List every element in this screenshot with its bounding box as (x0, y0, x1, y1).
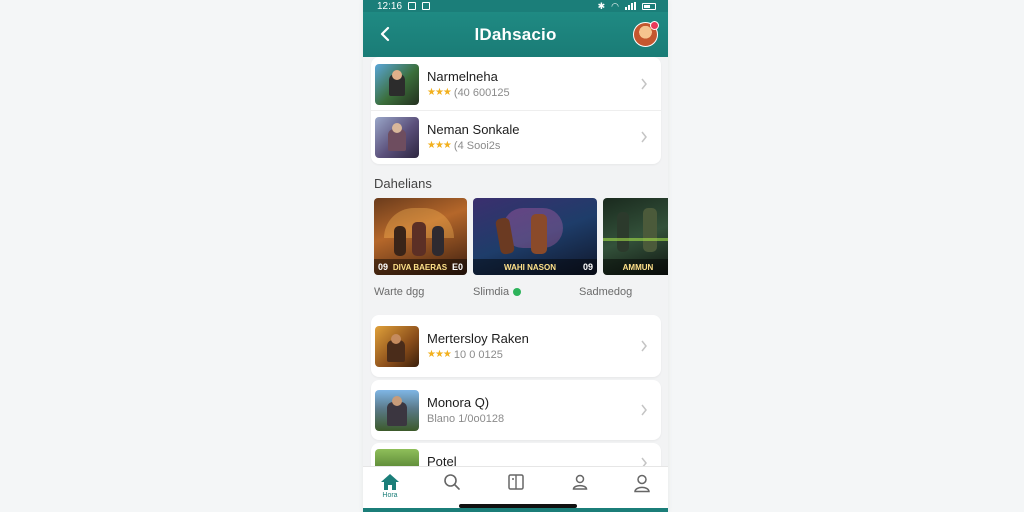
nav-home-label: Hora (382, 492, 398, 499)
top-list-card: Narmelneha ★★★ (40 600125 Neman Sonkale ★… (371, 57, 661, 164)
list-item-meta: Blano 1/0o0128 (427, 412, 505, 425)
carousel-tile[interactable]: 09 DIVA BAERAS E0 (374, 198, 467, 275)
tile-caption: WAHI NASON 09 (473, 259, 597, 275)
notification-icon (422, 2, 431, 10)
rating-stars: ★★★ (427, 139, 452, 151)
nav-search[interactable] (432, 473, 472, 491)
list-card: Mertersloy Raken ★★★ 10 0 0125 (371, 315, 661, 377)
nav-library[interactable] (496, 473, 536, 491)
rating-stars: ★★★ (427, 348, 452, 360)
tile-caption: AMMUN (603, 259, 668, 275)
list-item[interactable]: Narmelneha ★★★ (40 600125 (371, 58, 661, 110)
bottom-accent-strip (363, 508, 668, 512)
status-bar: 12:16 ✱ ◠ (363, 0, 668, 12)
tile-caption-text: DIVA BAERAS (392, 262, 448, 272)
tile-right-mark: E0 (451, 262, 463, 272)
list-item-meta: 10 0 0125 (453, 348, 503, 361)
list-item-meta: (40 600125 (453, 86, 510, 99)
list-item[interactable]: Monora Q) Blano 1/0o0128 (371, 384, 661, 436)
tile-label-text: Sadmedog (579, 286, 633, 298)
tile-label[interactable]: Warte dgg (374, 286, 424, 298)
game-thumbnail (375, 63, 419, 105)
list-item[interactable]: Neman Sonkale ★★★ (4 Sooi2s (371, 111, 661, 163)
chevron-right-icon (641, 131, 647, 143)
chevron-right-icon (641, 404, 647, 416)
signal-icon (625, 2, 636, 10)
status-time: 12:16 (377, 0, 403, 12)
avatar[interactable] (633, 21, 659, 47)
wifi-icon: ◠ (611, 0, 619, 11)
notification-badge (650, 21, 659, 30)
game-thumbnail (375, 389, 419, 431)
phone-screen: 12:16 ✱ ◠ lDahsacio Narmelneha ★★★(40 6 (363, 0, 668, 512)
chevron-left-icon (380, 26, 390, 42)
section-title: Dahelians (374, 176, 432, 191)
list-item-title: Neman Sonkale (427, 121, 520, 137)
app-bar: lDahsacio (363, 12, 668, 57)
bluetooth-icon: ✱ (597, 0, 606, 11)
notification-icon (408, 2, 417, 10)
tile-caption: 09 DIVA BAERAS E0 (374, 259, 467, 275)
list-item[interactable]: Mertersloy Raken ★★★ 10 0 0125 (371, 320, 661, 372)
home-icon (381, 474, 399, 490)
list-item-title: Monora Q) (427, 394, 490, 410)
list-item-title: Narmelneha (427, 68, 498, 84)
tile-label-text: Slimdia (473, 286, 510, 298)
list-item-title: Mertersloy Raken (427, 330, 529, 346)
tile-caption-text: WAHI NASON (503, 262, 556, 272)
search-icon (444, 474, 460, 490)
tile-label[interactable]: Slimdia (473, 286, 522, 298)
nav-profile[interactable] (622, 473, 662, 493)
nav-home[interactable]: Hora (370, 473, 410, 499)
page-title: lDahsacio (474, 24, 557, 44)
tile-left-mark: 09 (378, 262, 389, 272)
tile-label-text: Warte dgg (374, 286, 425, 298)
profile-icon (634, 474, 650, 493)
game-thumbnail (375, 116, 419, 158)
list-item-meta: (4 Sooi2s (453, 139, 501, 152)
chevron-right-icon (641, 78, 647, 90)
tile-caption-text: AMMUN (622, 262, 654, 272)
book-icon (508, 474, 524, 490)
chevron-right-icon (641, 340, 647, 352)
user-icon (572, 474, 588, 490)
list-card: Monora Q) Blano 1/0o0128 (371, 380, 661, 440)
battery-icon (642, 2, 656, 10)
rating-stars: ★★★ (427, 86, 452, 98)
status-dot-icon (513, 288, 522, 296)
tile-label[interactable]: Sadmedog (579, 286, 632, 298)
game-thumbnail (375, 325, 419, 367)
carousel-tile[interactable]: AMMUN (603, 198, 668, 275)
back-button[interactable] (373, 22, 397, 46)
carousel-tile[interactable]: WAHI NASON 09 (473, 198, 597, 275)
tile-right-mark: 09 (582, 262, 593, 272)
nav-friends[interactable] (560, 473, 600, 491)
